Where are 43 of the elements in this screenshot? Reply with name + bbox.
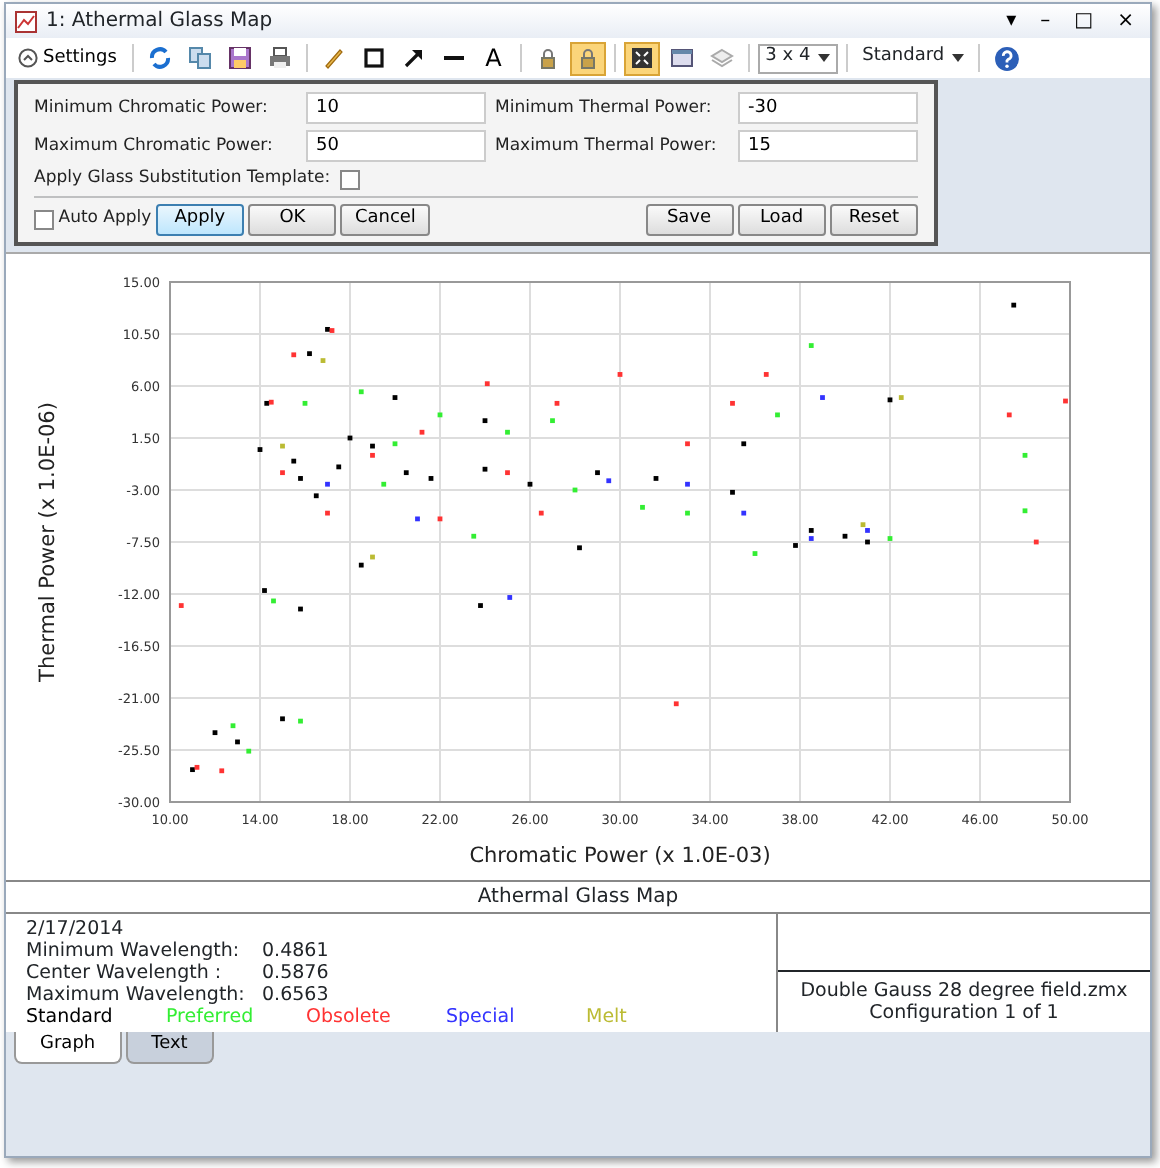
info-value: 0.4861	[262, 939, 329, 961]
field-label: Minimum Chromatic Power:	[34, 95, 270, 121]
file-name: Double Gauss 28 degree field.zmx	[798, 979, 1130, 1001]
window-title: 1: Athermal Glass Map	[46, 8, 275, 36]
field-label: Minimum Thermal Power:	[493, 95, 714, 121]
input-field[interactable]: 10	[306, 92, 486, 124]
axis-title: Chromatic Power (x 1.0E-03)	[469, 843, 771, 867]
field-label: Maximum Chromatic Power:	[34, 133, 275, 159]
legend-label: Special	[446, 1005, 517, 1027]
text-tool-button[interactable]: A	[475, 41, 512, 75]
info-value: 0.5876	[262, 961, 329, 983]
dialog-button[interactable]: Save	[645, 203, 733, 235]
info-label: Maximum Wavelength:	[26, 983, 247, 1005]
layout-dropdown[interactable]: 3 x 4	[757, 43, 839, 73]
checkbox-label: Auto Apply	[58, 206, 152, 232]
chart-title: Athermal Glass Map	[6, 881, 1150, 913]
settings-button[interactable]: Settings	[12, 41, 124, 75]
dialog-button[interactable]: OK	[248, 203, 337, 235]
info-value: 0.6563	[262, 983, 329, 1005]
field-label: Maximum Thermal Power:	[493, 133, 719, 159]
dialog-button[interactable]: Load	[737, 203, 826, 235]
date-text: 2/17/2014	[26, 917, 126, 939]
dialog-button[interactable]: Reset	[830, 203, 918, 235]
info-label: Center Wavelength :	[26, 961, 224, 983]
dialog-button[interactable]: Apply	[155, 203, 244, 235]
maximize-button[interactable]: □	[1066, 11, 1102, 31]
minimize-button[interactable]: –	[1032, 11, 1059, 31]
close-button[interactable]: ×	[1109, 11, 1142, 31]
menu-button[interactable]: ▾	[998, 11, 1025, 31]
legend-label: Preferred	[166, 1005, 256, 1027]
axis-title: Thermal Power (x 1.0E-06)	[36, 401, 60, 681]
legend-label: Standard	[26, 1005, 115, 1027]
info-label: Minimum Wavelength:	[26, 939, 242, 961]
legend-label: Obsolete	[306, 1005, 393, 1027]
input-field[interactable]: 15	[738, 130, 918, 162]
legend-label: Melt	[586, 1005, 629, 1027]
configuration-text: Configuration 1 of 1	[867, 1001, 1061, 1023]
checkbox-label: Apply Glass Substitution Template:	[34, 166, 331, 192]
tab[interactable]: Text	[125, 1031, 214, 1063]
dialog-button[interactable]: Cancel	[340, 203, 430, 235]
input-field[interactable]: -30	[738, 92, 918, 124]
input-field[interactable]: 50	[306, 130, 486, 162]
tab[interactable]: Graph	[14, 1031, 122, 1063]
